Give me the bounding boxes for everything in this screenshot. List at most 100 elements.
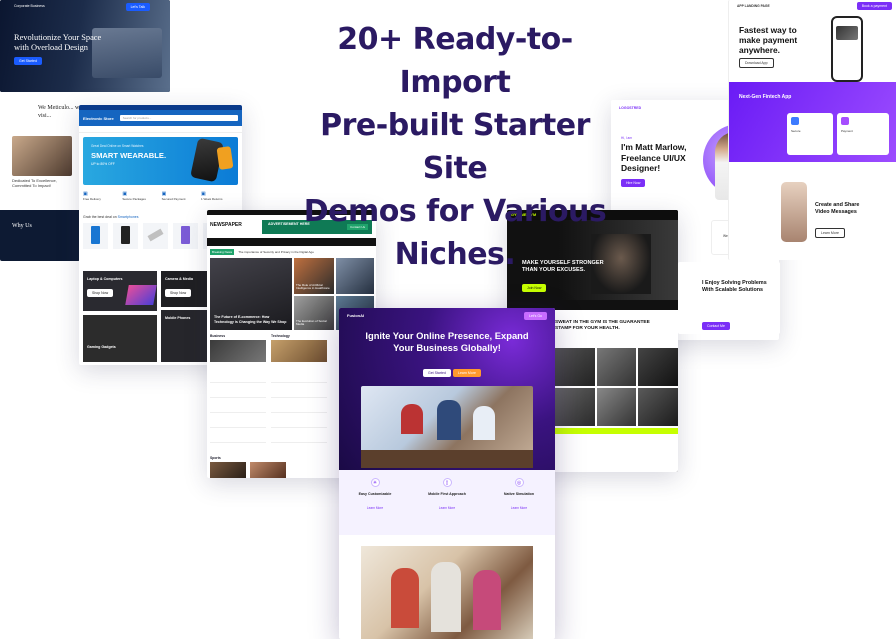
video-learn-button[interactable]: Learn More — [815, 228, 845, 238]
section-technology: Technology — [271, 334, 290, 338]
category-laptops[interactable]: Laptop & Computers Shop Now — [83, 271, 157, 311]
fusion-features: ✳ Easy Customizable Learn More ▯ Mobile … — [339, 470, 555, 535]
corporate-brand: Corporate Business — [14, 4, 45, 8]
freelancer-intro: Hi, I am — [621, 136, 632, 140]
feature-label: Secure Packages — [122, 197, 146, 201]
shop-button[interactable]: Shop Now — [87, 289, 114, 297]
demo-corporate-lower: We Meticulo... with a visi... Dedicated … — [0, 96, 80, 261]
promo-small: Great Deal Online on Smart Watches — [91, 144, 144, 148]
card-title: Secure — [791, 129, 801, 133]
category-label: Camera & Media — [165, 277, 193, 281]
feature-label: 1 Week Returns — [200, 197, 223, 201]
showcase-banner: Corporate Business Let's Talk Revolution… — [0, 0, 896, 639]
title-line: Freelance UI/UX — [621, 152, 686, 163]
electronic-search-input[interactable]: Search for products... — [119, 115, 238, 121]
gym-sweat-title: SWEAT IN THE GYM IS THE GUARANTEE STAMP … — [555, 320, 650, 332]
corporate-side-text: Dedicated To Excellence, Committed To Im… — [12, 178, 57, 188]
feature-item: ▣ Free Delivery — [83, 191, 120, 201]
freelancer-title: I'm Matt Marlow, Freelance UI/UX Designe… — [621, 142, 686, 174]
corporate-section-title: We Meticulo... with a visi... — [38, 105, 80, 119]
demo-fusion-ai[interactable]: FusionAI Let's Go Ignite Your Online Pre… — [339, 308, 555, 639]
fintech-download-button[interactable]: Download App — [739, 58, 774, 68]
customize-icon: ✳ — [370, 478, 380, 487]
freelancer-contact-button[interactable]: Contact Me — [702, 322, 730, 330]
newspaper-brand: NEWSPAPER — [210, 222, 242, 228]
electronic-brand: Electronic Store — [83, 115, 114, 121]
feature-card: Payment — [837, 113, 889, 155]
hero-line: Ignite Your Online Presence, Expand — [365, 330, 529, 341]
corporate-hero-button[interactable]: Get Started — [14, 57, 42, 65]
feature-link[interactable]: Learn More — [345, 506, 405, 510]
feature-item: ▣ 1 Week Returns — [201, 191, 238, 201]
headline-line-4: Niches. — [394, 237, 516, 272]
feature-item: ▣ Secured Payment — [162, 191, 199, 201]
demo-corporate[interactable]: Corporate Business Let's Talk Revolution… — [0, 0, 170, 92]
video-title: Create and Share Video Messages — [815, 202, 859, 216]
why-us-heading: Why Us — [12, 223, 32, 229]
freelancer-hire-button[interactable]: Hire Now — [621, 179, 646, 187]
category-label: Laptop & Computers — [87, 277, 123, 281]
section-business: Business — [210, 334, 226, 338]
category-gaming[interactable]: Gaming Gadgets — [83, 315, 157, 362]
laptop-photo — [92, 28, 162, 78]
demo-fintech[interactable]: APP LANDING PAGE Book a payment Fastest … — [728, 0, 896, 260]
hero-line: Revolutionize Your Space — [14, 33, 102, 42]
deals-accent: Smartphones — [117, 215, 139, 219]
hero-line: Fastest way to — [739, 25, 797, 35]
fusion-learn-more-button[interactable]: Learn More — [453, 369, 481, 377]
feature-item: ✳ Easy Customizable Learn More — [345, 478, 405, 535]
corporate-hero-title: Revolutionize Your Space with Overload D… — [14, 33, 101, 53]
fintech-brand: APP LANDING PAGE — [737, 4, 770, 8]
fintech-hero-title: Fastest way to make payment anywhere. — [739, 25, 797, 55]
side-title: The Evolution of Social Media — [296, 318, 327, 327]
feature-label: Free Delivery — [83, 197, 101, 201]
feature-link[interactable]: Learn More — [489, 506, 549, 510]
feature-item: ▯ Mobile First Approach Learn More — [417, 478, 477, 535]
meeting-photo — [361, 386, 533, 468]
demo-freelancer-lower: I Enjoy Solving Problems With Scalable S… — [678, 262, 780, 334]
deals-title-text: Grab the best deal on — [83, 215, 117, 219]
electronic-promo-banner[interactable]: Great Deal Online on Smart Watches SMART… — [83, 137, 238, 185]
side-title: The Role of Artificial Intelligence in H… — [296, 282, 330, 291]
shop-button[interactable]: Shop Now — [165, 289, 192, 297]
feature-link[interactable]: Learn More — [417, 506, 477, 510]
hero-line: with Overload Design — [14, 43, 88, 52]
breaking-label: Breaking News — [210, 249, 235, 255]
hero-line: anywhere. — [739, 45, 780, 55]
promo-big: SMART WEARABLE. — [91, 151, 167, 160]
phone-mockup — [831, 16, 863, 82]
lead-title: The Future of E-commerce: How Technology… — [214, 315, 287, 324]
team-photo — [12, 136, 72, 176]
lead-story[interactable]: The Future of E-commerce: How Technology… — [210, 258, 292, 330]
fintech-nav-cta[interactable]: Book a payment — [856, 2, 892, 10]
corporate-nav-cta[interactable]: Let's Talk — [125, 3, 150, 11]
mobile-icon: ▯ — [442, 478, 452, 487]
fusion-nav-cta[interactable]: Let's Go — [524, 312, 547, 320]
problems-title: I Enjoy Solving Problems With Scalable S… — [702, 280, 767, 294]
headline-line-2: Pre-built Starter Site — [320, 108, 590, 186]
gym-gallery — [555, 348, 678, 472]
problems-line: With Scalable Solutions — [702, 287, 764, 293]
freelancer-brand: LOGOSTRED — [619, 106, 642, 110]
hero-line: Your Business Globally! — [393, 342, 501, 353]
sweat-line: STAMP FOR YOUR HEALTH. — [555, 326, 620, 331]
video-line: Create and Share — [815, 202, 860, 208]
feature-item: ◎ Native Simulation Learn More — [489, 478, 549, 535]
gym-join-button[interactable]: Join Now — [522, 284, 547, 292]
deals-title: Grab the best deal on Smartphones — [83, 215, 138, 219]
side-story[interactable]: The Evolution of Social Media — [294, 296, 334, 330]
electronic-features: ▣ Free Delivery ▣ Secure Packages ▣ Secured… — [83, 191, 238, 201]
video-line: Video Messages — [815, 209, 857, 215]
title-line: I'm Matt Marlow, — [621, 142, 687, 152]
team-celebrating-photo — [361, 546, 533, 639]
feature-label: Secured Payment — [161, 197, 186, 201]
section-sports: Sports — [210, 456, 221, 460]
feature-card: Secure — [787, 113, 833, 155]
fusion-brand: FusionAI — [347, 313, 365, 318]
promo-sub: UP to 80% OFF — [91, 162, 115, 166]
category-label: Mobile Phones — [165, 316, 191, 320]
headline-line-3: Demos for Various — [303, 194, 607, 229]
hero-line: make payment — [739, 35, 798, 45]
fusion-get-started-button[interactable]: Get Started — [423, 369, 451, 377]
headline: 20+ Ready-to-Import Pre-built Starter Si… — [290, 18, 620, 276]
